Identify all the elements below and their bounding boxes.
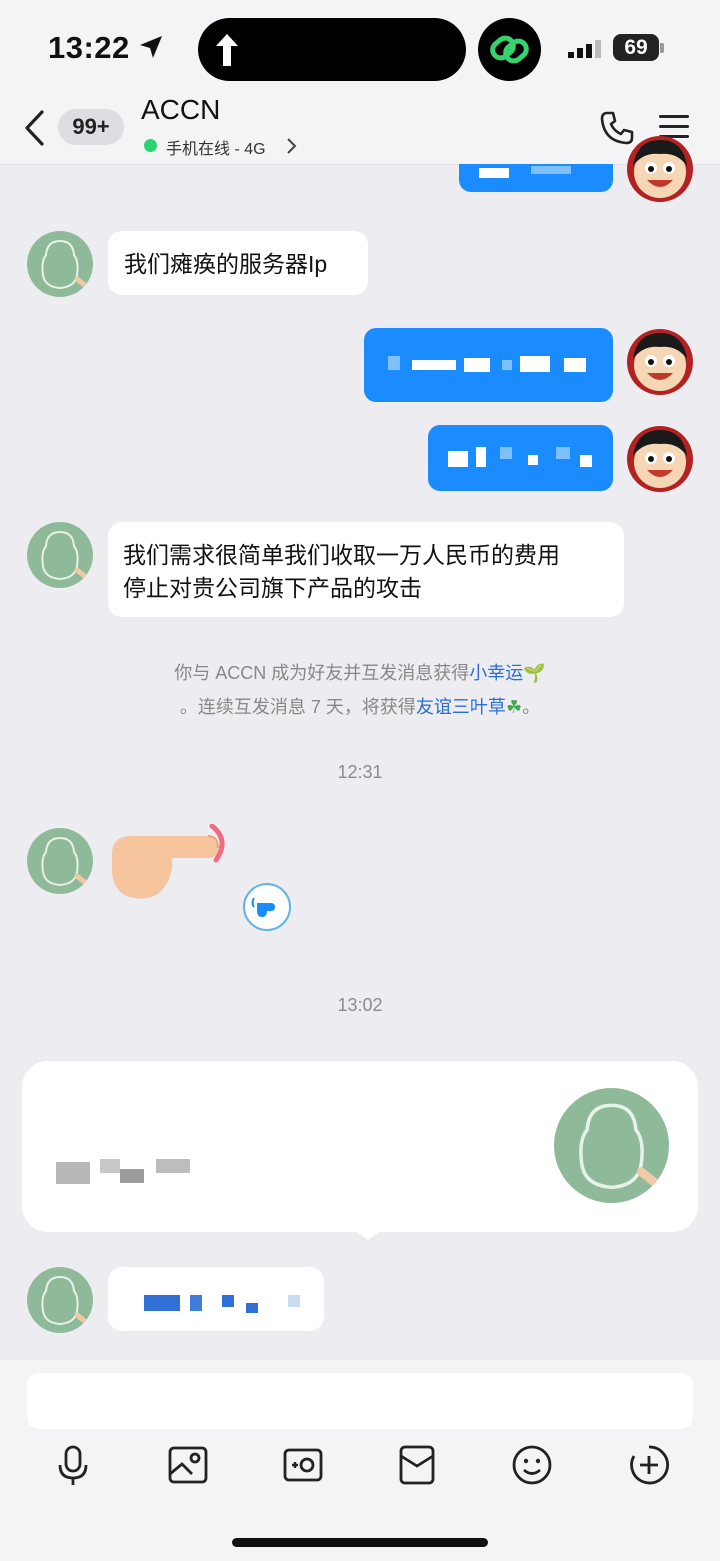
- battery-icon: 69: [613, 34, 659, 61]
- pointing-finger-sticker-icon[interactable]: [108, 824, 232, 904]
- emoji-icon[interactable]: [511, 1444, 553, 1486]
- chalk-penguin-avatar-icon: [41, 1275, 90, 1326]
- notice-text: 。: [522, 697, 541, 717]
- outgoing-message-redacted[interactable]: [428, 425, 613, 491]
- location-arrow-icon: [140, 36, 162, 58]
- cartoon-boy-avatar-icon: [633, 333, 687, 391]
- my-avatar[interactable]: [627, 329, 693, 395]
- chain-link-button[interactable]: [478, 18, 541, 81]
- battery-tip: [660, 43, 664, 53]
- plus-icon[interactable]: [628, 1444, 670, 1486]
- timestamp: 13:02: [337, 995, 383, 1015]
- chalk-penguin-avatar-icon: [41, 239, 90, 290]
- chevron-right-icon[interactable]: [286, 137, 298, 155]
- back-chevron-icon[interactable]: [22, 110, 48, 146]
- chalk-penguin-avatar-icon: [41, 530, 90, 581]
- poke-button[interactable]: [243, 883, 291, 931]
- clover-emoji: ☘: [505, 697, 523, 717]
- status-time: 13:22: [48, 30, 130, 65]
- upload-arrow-icon: [216, 34, 238, 66]
- friend-message-bubble[interactable]: 我们瘫痪的服务器Ip: [108, 231, 368, 295]
- friend-avatar[interactable]: [27, 828, 93, 894]
- friend-avatar[interactable]: [27, 522, 93, 588]
- card-contact-avatar[interactable]: [554, 1088, 669, 1203]
- friend-avatar[interactable]: [27, 1267, 93, 1333]
- contact-name[interactable]: ACCN: [141, 94, 220, 126]
- friend-avatar[interactable]: [27, 231, 93, 297]
- unread-badge[interactable]: 99+: [58, 109, 124, 145]
- message-text-line: 停止对贵公司旗下产品的攻击: [123, 575, 422, 601]
- friend-message-redacted[interactable]: [108, 1267, 324, 1331]
- camera-icon[interactable]: [282, 1444, 324, 1486]
- timestamp: 12:31: [337, 762, 383, 782]
- phone-call-icon[interactable]: [599, 110, 635, 146]
- online-dot: [144, 139, 157, 152]
- cartoon-boy-avatar-icon: [633, 430, 687, 488]
- clover-link[interactable]: 友谊三叶草: [416, 697, 506, 717]
- cartoon-boy-avatar-icon: [633, 140, 687, 198]
- signal-icon: [568, 40, 601, 58]
- message-input[interactable]: [27, 1373, 693, 1429]
- my-avatar[interactable]: [627, 426, 693, 492]
- lucky-link[interactable]: 小幸运: [469, 663, 523, 683]
- card-tail: [352, 1228, 384, 1240]
- online-status[interactable]: 手机在线 - 4G: [166, 135, 266, 159]
- chalk-penguin-avatar-icon: [579, 1103, 663, 1190]
- outgoing-message-redacted[interactable]: [459, 164, 613, 192]
- friendship-system-notice: 你与 ACCN 成为好友并互发消息获得小幸运🌱 。连续互发消息 7 天，将获得友…: [60, 656, 660, 724]
- notice-text: 。连续互发消息 7 天，将获得: [179, 697, 416, 717]
- sprout-emoji: 🌱: [523, 663, 546, 683]
- my-avatar[interactable]: [627, 136, 693, 202]
- chalk-penguin-avatar-icon: [41, 836, 90, 887]
- red-packet-icon[interactable]: [397, 1444, 437, 1486]
- chain-link-icon: [490, 35, 529, 64]
- poke-hand-icon: [251, 897, 275, 917]
- message-text: 我们瘫痪的服务器Ip: [124, 251, 328, 277]
- outgoing-message-redacted[interactable]: [364, 328, 613, 402]
- microphone-icon[interactable]: [55, 1444, 91, 1488]
- message-text-line: 我们需求很简单我们收取一万人民币的费用: [123, 542, 560, 568]
- friend-message-bubble[interactable]: 我们需求很简单我们收取一万人民币的费用 停止对贵公司旗下产品的攻击: [108, 522, 624, 617]
- image-icon[interactable]: [167, 1444, 209, 1486]
- notice-text: 你与 ACCN 成为好友并互发消息获得: [174, 663, 470, 683]
- home-indicator: [232, 1538, 488, 1547]
